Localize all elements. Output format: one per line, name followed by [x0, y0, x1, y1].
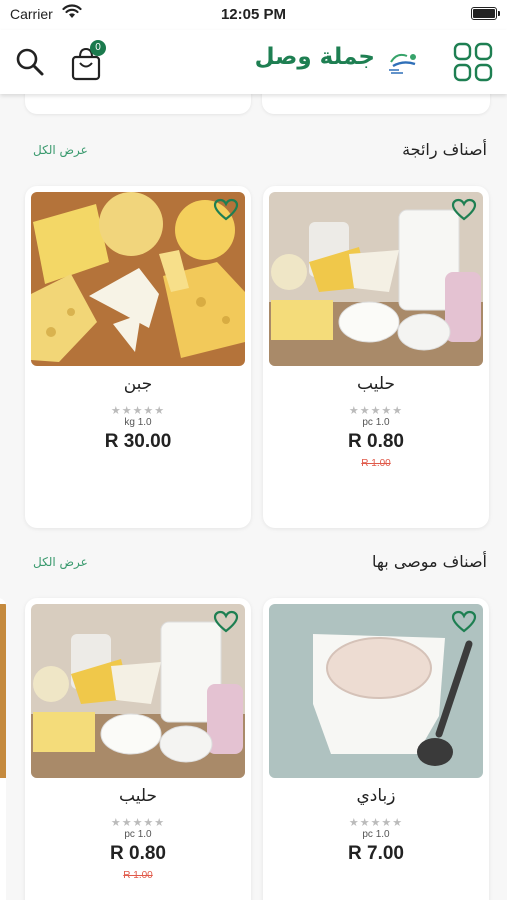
product-photo-edge: [0, 604, 6, 778]
cart-button[interactable]: 0: [68, 40, 108, 84]
heart-icon: [213, 610, 239, 633]
status-time: 12:05 PM: [220, 6, 287, 23]
product-price: R 0.80: [110, 843, 166, 864]
search-icon: [16, 48, 44, 76]
rating-stars: ★★★★★: [348, 404, 404, 417]
status-bar: Carrier 12:05 PM: [0, 0, 507, 30]
cart-count-badge: 0: [90, 40, 106, 56]
product-name: حليب: [357, 374, 395, 394]
grid-menu-icon: [453, 42, 493, 82]
heart-icon: [451, 610, 477, 633]
section-title: أصناف موصى بها: [372, 552, 487, 571]
rating-stars: ★★★★★: [110, 816, 166, 829]
product-price: R 0.80: [348, 431, 404, 452]
view-all-link[interactable]: عرض الكل: [33, 143, 88, 157]
favorite-button[interactable]: [451, 610, 477, 634]
recommended-section-header: أصناف موصى بها عرض الكل: [0, 552, 507, 576]
product-card[interactable]: حليب ★★★★★ pc 1.0 R 0.80 R 1.00: [25, 598, 251, 900]
brand-logo-icon: [387, 48, 421, 76]
menu-grid-button[interactable]: [453, 42, 493, 82]
favorite-button[interactable]: [213, 610, 239, 634]
rating-stars: ★★★★★: [348, 816, 404, 829]
product-old-price: R 1.00: [361, 458, 391, 469]
product-name: حليب: [119, 786, 157, 806]
product-unit: pc 1.0: [362, 829, 390, 840]
rating-stars: ★★★★★: [110, 404, 166, 417]
product-unit: kg 1.0: [124, 417, 152, 428]
product-old-price: R 1.00: [123, 870, 153, 881]
product-card[interactable]: حليب ★★★★★ pc 1.0 R 0.80 R 1.00: [263, 186, 489, 528]
section-title: أصناف رائجة: [402, 140, 487, 159]
favorite-button[interactable]: [213, 198, 239, 222]
trending-section-header: أصناف رائجة عرض الكل: [0, 140, 507, 164]
product-price: R 7.00: [348, 843, 404, 864]
view-all-link[interactable]: عرض الكل: [33, 555, 88, 569]
product-unit: pc 1.0: [362, 417, 390, 428]
product-name: جبن: [123, 374, 153, 394]
battery-icon: [471, 7, 500, 20]
heart-icon: [213, 198, 239, 221]
product-name: زبادي: [356, 786, 396, 806]
product-unit: pc 1.0: [124, 829, 152, 840]
search-button[interactable]: [12, 44, 48, 80]
heart-icon: [451, 198, 477, 221]
product-card[interactable]: زبادي ★★★★★ pc 1.0 R 7.00: [263, 598, 489, 900]
app-header: 0 جملة وصل: [0, 30, 507, 94]
product-card[interactable]: جبن ★★★★★ kg 1.0 R 30.00: [25, 186, 251, 528]
product-price: R 30.00: [104, 431, 172, 452]
favorite-button[interactable]: [451, 198, 477, 222]
next-product-card-edge[interactable]: [0, 598, 6, 900]
previous-section-cards: [0, 88, 507, 116]
app-title: جملة وصل: [254, 44, 375, 70]
